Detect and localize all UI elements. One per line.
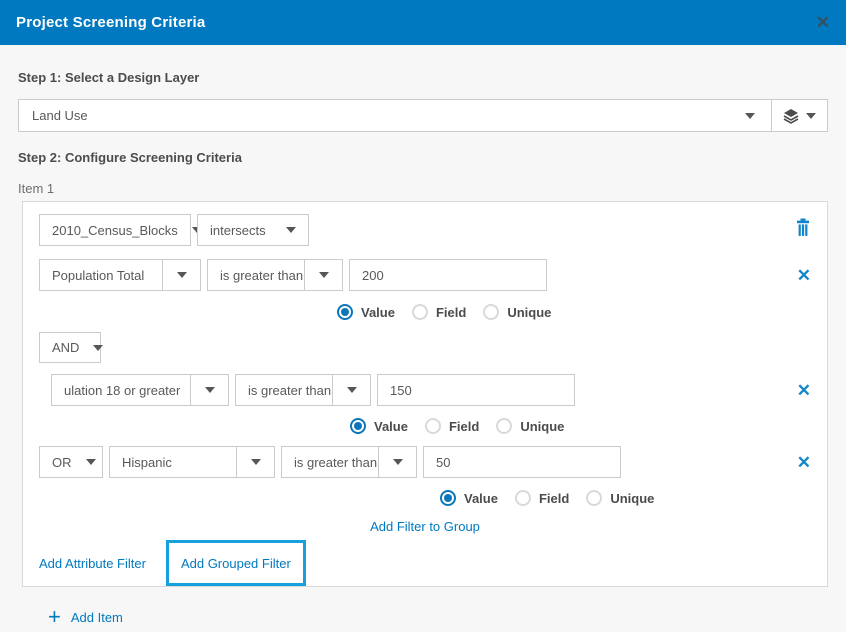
step1-label: Step 1: Select a Design Layer — [18, 70, 828, 85]
radio-unselected-icon — [496, 418, 512, 434]
operator-dropdown[interactable]: is greater than — [207, 259, 343, 291]
chevron-down-icon — [378, 447, 416, 477]
value-input[interactable] — [423, 446, 621, 478]
design-layer-dropdown[interactable]: Land Use — [18, 99, 828, 132]
conjunction-dropdown[interactable]: OR — [39, 446, 103, 478]
value-type-radio-group: Value Field Unique — [337, 304, 811, 320]
value-input[interactable] — [349, 259, 547, 291]
radio-unselected-icon — [483, 304, 499, 320]
layers-icon — [783, 108, 799, 124]
chevron-down-icon — [745, 113, 755, 119]
radio-unselected-icon — [425, 418, 441, 434]
delete-item-button[interactable] — [795, 218, 811, 242]
radio-unique[interactable]: Unique — [496, 418, 564, 434]
dialog-header: Project Screening Criteria ✕ — [0, 0, 846, 45]
radio-value[interactable]: Value — [337, 304, 395, 320]
layer-dropdown-value: 2010_Census_Blocks — [52, 223, 178, 238]
field-dropdown-value: Population Total — [40, 268, 162, 283]
radio-unique-label: Unique — [520, 419, 564, 434]
value-type-radio-group: Value Field Unique — [350, 418, 811, 434]
radio-selected-icon — [440, 490, 456, 506]
attribute-filter-row-2: ulation 18 or greater is greater than ✕ — [51, 374, 811, 406]
chevron-down-icon — [286, 227, 296, 233]
radio-value[interactable]: Value — [440, 490, 498, 506]
step2-label: Step 2: Configure Screening Criteria — [18, 150, 828, 165]
remove-filter-button[interactable]: ✕ — [797, 267, 811, 284]
add-grouped-filter-link[interactable]: Add Grouped Filter — [181, 556, 291, 571]
conjunction-dropdown[interactable]: AND — [39, 332, 101, 363]
design-layer-value: Land Use — [19, 108, 745, 123]
trash-icon — [795, 218, 811, 242]
spatial-filter-row: 2010_Census_Blocks intersects — [39, 214, 811, 246]
conjunction-row: AND — [39, 332, 811, 363]
relation-dropdown[interactable]: intersects — [197, 214, 309, 246]
operator-dropdown[interactable]: is greater than — [235, 374, 371, 406]
layer-options-button[interactable] — [771, 100, 827, 131]
chevron-down-icon — [332, 375, 370, 405]
item-panel: 2010_Census_Blocks intersects — [22, 201, 828, 587]
value-type-radio-group: Value Field Unique — [440, 490, 811, 506]
conjunction-dropdown-value: OR — [52, 455, 72, 470]
dialog-title: Project Screening Criteria — [16, 14, 205, 31]
chevron-down-icon — [93, 345, 103, 351]
radio-value[interactable]: Value — [350, 418, 408, 434]
radio-selected-icon — [350, 418, 366, 434]
field-dropdown[interactable]: ulation 18 or greater — [51, 374, 229, 406]
radio-field-label: Field — [539, 491, 569, 506]
radio-unselected-icon — [515, 490, 531, 506]
radio-selected-icon — [337, 304, 353, 320]
chevron-down-icon — [304, 260, 342, 290]
radio-field-label: Field — [436, 305, 466, 320]
radio-unique-label: Unique — [507, 305, 551, 320]
radio-unique[interactable]: Unique — [483, 304, 551, 320]
relation-dropdown-value: intersects — [210, 223, 266, 238]
radio-unselected-icon — [586, 490, 602, 506]
radio-field[interactable]: Field — [412, 304, 466, 320]
radio-field[interactable]: Field — [515, 490, 569, 506]
add-attribute-filter-link[interactable]: Add Attribute Filter — [39, 556, 146, 571]
add-filter-to-group-link[interactable]: Add Filter to Group — [370, 519, 480, 534]
attribute-filter-row-1: Population Total is greater than ✕ — [39, 259, 811, 291]
field-dropdown[interactable]: Population Total — [39, 259, 201, 291]
conjunction-dropdown-value: AND — [52, 340, 79, 355]
value-input[interactable] — [377, 374, 575, 406]
radio-value-label: Value — [361, 305, 395, 320]
tutorial-highlight-box: Add Grouped Filter — [166, 540, 306, 586]
item-label: Item 1 — [18, 181, 828, 196]
remove-filter-button[interactable]: ✕ — [797, 454, 811, 471]
chevron-down-icon — [162, 260, 200, 290]
chevron-down-icon — [236, 447, 274, 477]
attribute-filter-row-3: OR Hispanic is greater than ✕ — [39, 446, 811, 478]
radio-unselected-icon — [412, 304, 428, 320]
filter-actions-row: Add Attribute Filter Add Grouped Filter — [39, 540, 811, 586]
chevron-down-icon — [86, 459, 96, 465]
add-item-label: Add Item — [71, 610, 123, 625]
radio-unique-label: Unique — [610, 491, 654, 506]
add-item-button[interactable]: + Add Item — [48, 608, 828, 626]
field-dropdown[interactable]: Hispanic — [109, 446, 275, 478]
operator-dropdown-value: is greater than — [282, 455, 378, 470]
operator-dropdown[interactable]: is greater than — [281, 446, 417, 478]
plus-icon: + — [48, 608, 61, 626]
chevron-down-icon — [806, 113, 816, 119]
remove-filter-button[interactable]: ✕ — [797, 382, 811, 399]
radio-field[interactable]: Field — [425, 418, 479, 434]
close-icon[interactable]: ✕ — [816, 14, 830, 31]
radio-field-label: Field — [449, 419, 479, 434]
chevron-down-icon — [190, 375, 228, 405]
radio-value-label: Value — [374, 419, 408, 434]
operator-dropdown-value: is greater than — [208, 268, 304, 283]
radio-unique[interactable]: Unique — [586, 490, 654, 506]
operator-dropdown-value: is greater than — [236, 383, 332, 398]
field-dropdown-value: ulation 18 or greater — [52, 383, 190, 398]
radio-value-label: Value — [464, 491, 498, 506]
layer-dropdown[interactable]: 2010_Census_Blocks — [39, 214, 191, 246]
field-dropdown-value: Hispanic — [110, 455, 236, 470]
